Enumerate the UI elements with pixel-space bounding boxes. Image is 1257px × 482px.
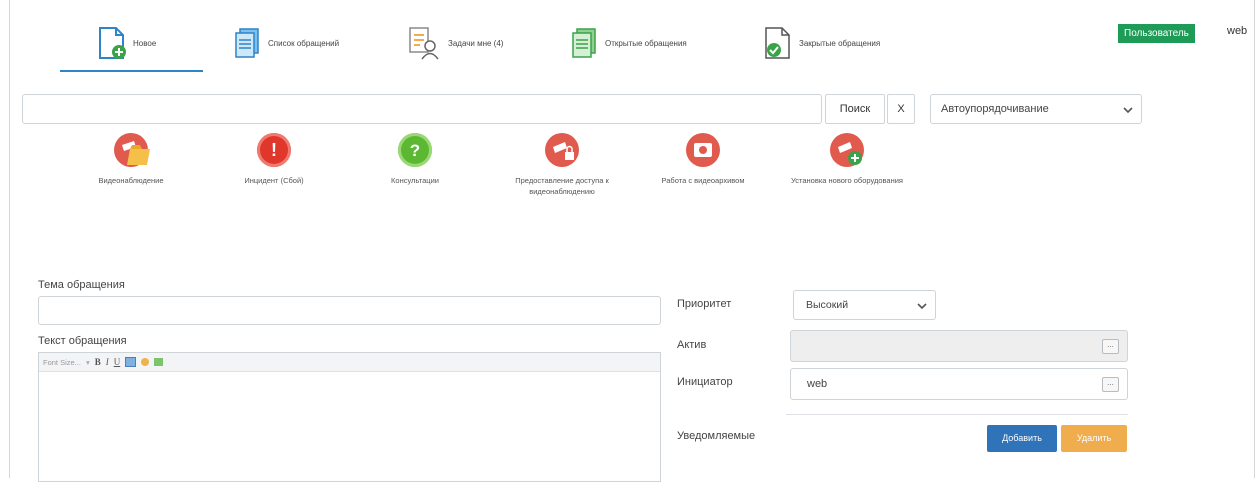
divider: [786, 414, 1128, 415]
tab-open-label: Открытые обращения: [605, 38, 687, 48]
new-doc-icon: [99, 27, 126, 59]
exclamation-icon: !: [257, 133, 291, 167]
tab-tasks-label: Задачи мне (4): [448, 38, 504, 48]
editor-toolbar: Font Size... ▾ B I U: [39, 353, 660, 372]
camera-folder-icon: [114, 133, 150, 167]
active-tab-indicator: [60, 70, 203, 72]
tab-open[interactable]: Открытые обращения: [571, 18, 687, 68]
asset-label: Актив: [677, 339, 707, 351]
asset-browse-button[interactable]: ...: [1102, 339, 1119, 354]
video-archive-icon: [686, 133, 720, 167]
user-button[interactable]: Пользователь: [1118, 24, 1195, 43]
category-label: Консультации: [391, 176, 439, 185]
category-label: Работа с видеоархивом: [661, 176, 745, 185]
initiator-label: Инициатор: [677, 376, 733, 388]
tab-list-label: Список обращений: [268, 38, 340, 48]
category-consult[interactable]: ? Консультации: [350, 133, 480, 186]
theme-input[interactable]: [38, 296, 661, 325]
theme-label: Тема обращения: [38, 279, 125, 291]
open-docs-icon: [572, 28, 596, 58]
search-input[interactable]: [22, 94, 822, 124]
emoticon-icon[interactable]: [141, 358, 150, 366]
chevron-down-icon: ▾: [85, 357, 90, 367]
priority-value: Высокий: [806, 299, 849, 311]
chevron-down-icon: [917, 303, 927, 310]
initiator-browse-button[interactable]: ...: [1102, 377, 1119, 392]
delete-notified-button[interactable]: Удалить: [1061, 425, 1127, 452]
tab-closed-label: Закрытые обращения: [799, 38, 881, 48]
tab-new[interactable]: Новое: [97, 18, 156, 68]
priority-select[interactable]: Высокий: [793, 290, 936, 320]
sort-select-value: Автоупорядочивание: [941, 103, 1049, 115]
chevron-down-icon: [1123, 107, 1133, 114]
category-label: Видеонаблюдение: [98, 176, 164, 185]
initiator-value: web: [807, 378, 828, 390]
image-icon[interactable]: [125, 357, 137, 367]
clear-search-button[interactable]: X: [887, 94, 915, 124]
category-label: Предоставление доступа к видеонаблюдению: [515, 176, 609, 196]
font-size-select[interactable]: Font Size...: [43, 358, 81, 367]
priority-label: Приоритет: [677, 298, 732, 310]
tab-closed[interactable]: Закрытые обращения: [763, 18, 880, 68]
text-editor[interactable]: Font Size... ▾ B I U: [38, 352, 661, 482]
notified-label: Уведомляемые: [677, 430, 756, 442]
sort-select[interactable]: Автоупорядочивание: [930, 94, 1142, 124]
closed-doc-icon: [765, 27, 790, 59]
username: web: [1227, 25, 1248, 37]
tab-tasks[interactable]: Задачи мне (4): [408, 18, 503, 68]
italic-button[interactable]: I: [106, 357, 109, 367]
add-notified-button[interactable]: Добавить: [987, 425, 1057, 452]
asset-field: ...: [790, 330, 1128, 362]
category-access[interactable]: Предоставление доступа к видеонаблюдению: [497, 133, 627, 197]
text-label: Текст обращения: [38, 335, 127, 347]
category-install[interactable]: Установка нового оборудования: [782, 133, 912, 186]
bold-button[interactable]: B: [95, 357, 101, 367]
tab-new-label: Новое: [133, 38, 157, 48]
initiator-field[interactable]: web ...: [790, 368, 1128, 400]
tasks-icon: [409, 27, 439, 60]
category-label: Установка нового оборудования: [791, 176, 903, 185]
category-label: Инцидент (Сбой): [244, 176, 304, 185]
plugin-icon[interactable]: [154, 358, 164, 366]
question-icon: ?: [398, 133, 432, 167]
search-button[interactable]: Поиск: [825, 94, 885, 124]
underline-button[interactable]: U: [114, 357, 121, 367]
category-incident[interactable]: ! Инцидент (Сбой): [209, 133, 339, 186]
category-archive[interactable]: Работа с видеоархивом: [638, 133, 768, 186]
tab-list[interactable]: Список обращений: [234, 18, 339, 68]
camera-add-icon: [830, 133, 864, 167]
doc-list-icon: [235, 28, 259, 58]
camera-access-icon: [545, 133, 579, 167]
category-video[interactable]: Видеонаблюдение: [66, 133, 196, 186]
